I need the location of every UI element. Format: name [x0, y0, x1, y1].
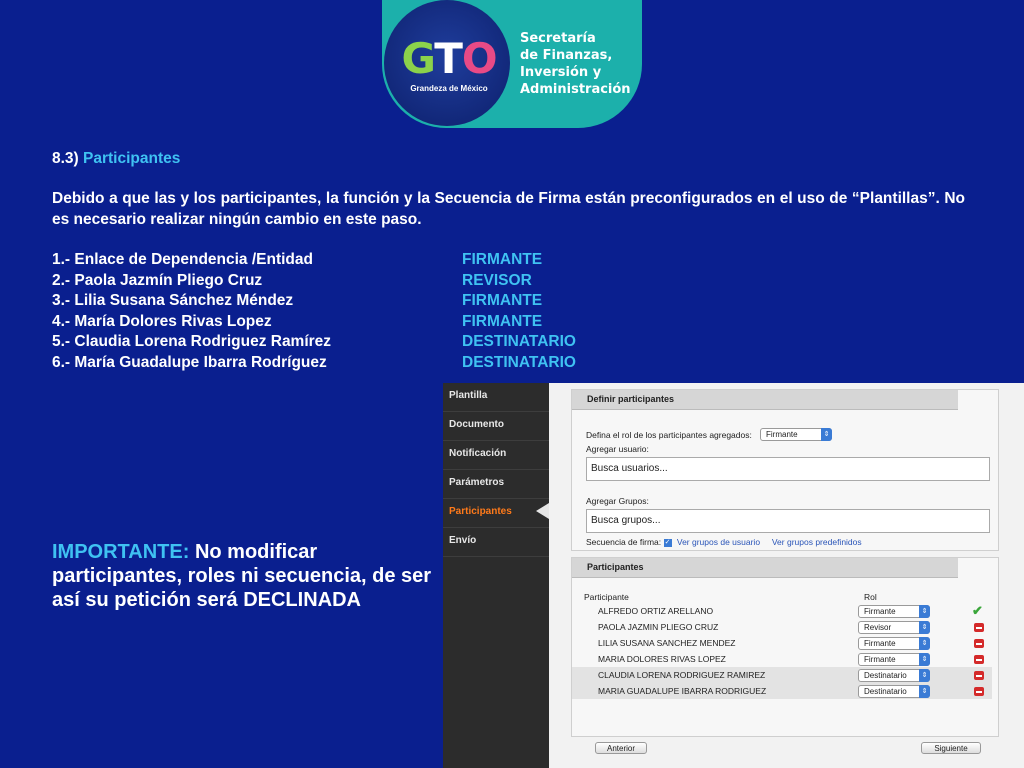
gto-emblem: GTO Grandeza de México [384, 0, 510, 126]
remove-icon[interactable] [974, 623, 984, 632]
search-groups-input[interactable]: Busca grupos... [586, 509, 990, 533]
participant-name: LILIA SUSANA SANCHEZ MENDEZ [598, 638, 736, 648]
important-prefix: IMPORTANTE: [52, 541, 190, 563]
sequence-label: Secuencia de firma: [586, 537, 662, 547]
nav-item-notificacion[interactable]: Notificación [443, 441, 549, 470]
participant-role-select[interactable]: Destinatario ⇕ [858, 669, 930, 682]
list-item: 4.- María Dolores Rivas Lopez [52, 312, 272, 330]
section-title: Participantes [83, 150, 181, 167]
list-item: 2.- Paola Jazmín Pliego Cruz [52, 271, 263, 289]
chevron-updown-icon: ⇕ [919, 621, 930, 634]
role-item: FIRMANTE [462, 292, 543, 309]
participant-role-select[interactable]: Firmante ⇕ [858, 605, 930, 618]
role-item: FIRMANTE [462, 251, 543, 268]
role-select-value: Firmante [766, 430, 798, 439]
chevron-updown-icon: ⇕ [919, 653, 930, 666]
col-role: Rol [864, 592, 877, 602]
participant-role-select[interactable]: Revisor ⇕ [858, 621, 930, 634]
check-icon: ✔ [972, 603, 983, 618]
role-label: Defina el rol de los participantes agreg… [586, 430, 752, 440]
remove-icon[interactable] [974, 655, 984, 664]
participant-name: ALFREDO ORTIZ ARELLANO [598, 606, 714, 616]
nav-item-envio[interactable]: Envío [443, 528, 549, 557]
nav-item-plantilla[interactable]: Plantilla [443, 383, 549, 412]
participant-name: MARIA DOLORES RIVAS LOPEZ [598, 654, 726, 664]
participant-role-select[interactable]: Firmante ⇕ [858, 637, 930, 650]
secretaria-line: Inversión y [520, 65, 602, 80]
participant-role: Firmante [864, 655, 896, 664]
instructions-paragraph: Debido a que las y los participantes, la… [52, 190, 965, 228]
role-select[interactable]: Firmante ⇕ [760, 428, 832, 441]
nav-item-documento[interactable]: Documento [443, 412, 549, 441]
role-item: FIRMANTE [462, 312, 543, 330]
user-groups-link[interactable]: Ver grupos de usuario [677, 537, 760, 547]
table-row: CLAUDIA LORENA RODRIGUEZ RAMIREZ Destina… [572, 667, 992, 683]
nav-item-parametros[interactable]: Parámetros [443, 470, 549, 499]
participants-panel: Participantes Participante Rol ALFREDO O… [571, 557, 999, 737]
table-row: ALFREDO ORTIZ ARELLANO Firmante ⇕ ✔ [572, 603, 992, 619]
section-heading: 8.3) Participantes [52, 150, 180, 168]
participant-role: Revisor [864, 623, 892, 632]
participant-role: Destinatario [864, 671, 907, 680]
add-user-label: Agregar usuario: [586, 444, 649, 454]
remove-icon[interactable] [974, 687, 984, 696]
participants-roles: FIRMANTE REVISOR FIRMANTE FIRMANTE DESTI… [462, 250, 576, 373]
chevron-updown-icon: ⇕ [919, 637, 930, 650]
participant-name: MARIA GUADALUPE IBARRA RODRIGUEZ [598, 686, 767, 696]
predefined-groups-link[interactable]: Ver grupos predefinidos [772, 537, 862, 547]
panel-header: Participantes [572, 558, 958, 578]
gto-brand: GTO [401, 34, 497, 83]
section-number: 8.3) [52, 150, 79, 167]
participant-name: CLAUDIA LORENA RODRIGUEZ RAMIREZ [598, 670, 766, 680]
list-item: 3.- Lilia Susana Sánchez Méndez [52, 292, 294, 309]
role-item: DESTINATARIO [462, 353, 576, 371]
secretaria-name: Secretaría de Finanzas, Inversión y Admi… [520, 30, 631, 98]
role-item: REVISOR [462, 271, 532, 289]
next-button[interactable]: Siguiente [921, 742, 981, 754]
table-row: MARIA GUADALUPE IBARRA RODRIGUEZ Destina… [572, 683, 992, 699]
table-row: LILIA SUSANA SANCHEZ MENDEZ Firmante ⇕ [572, 635, 992, 651]
role-item: DESTINATARIO [462, 333, 576, 350]
important-notice: IMPORTANTE: No modificar participantes, … [52, 540, 442, 612]
chevron-updown-icon: ⇕ [919, 685, 930, 698]
app-screenshot: Plantilla Documento Notificación Parámet… [443, 383, 1024, 768]
participant-role-select[interactable]: Destinatario ⇕ [858, 685, 930, 698]
chevron-updown-icon: ⇕ [821, 428, 832, 441]
participant-role-select[interactable]: Firmante ⇕ [858, 653, 930, 666]
panel-header: Definir participantes [572, 390, 958, 410]
participants-list: 1.- Enlace de Dependencia /Entidad 2.- P… [52, 250, 331, 373]
table-row: PAOLA JAZMIN PLIEGO CRUZ Revisor ⇕ [572, 619, 992, 635]
participant-role: Firmante [864, 607, 896, 616]
remove-icon[interactable] [974, 671, 984, 680]
secretaria-logo: GTO Grandeza de México Secretaría de Fin… [382, 0, 642, 128]
chevron-updown-icon: ⇕ [919, 605, 930, 618]
col-participant: Participante [584, 592, 629, 602]
active-pointer-icon [536, 503, 549, 519]
previous-button[interactable]: Anterior [595, 742, 647, 754]
list-item: 5.- Claudia Lorena Rodriguez Ramírez [52, 333, 332, 350]
logo-tagline: Grandeza de México [410, 84, 488, 93]
add-group-label: Agregar Grupos: [586, 496, 649, 506]
table-row: MARIA DOLORES RIVAS LOPEZ Firmante ⇕ [572, 651, 992, 667]
list-item: 1.- Enlace de Dependencia /Entidad [52, 251, 313, 268]
secretaria-line: de Finanzas, [520, 48, 613, 63]
nav-item-participantes[interactable]: Participantes [443, 499, 549, 528]
participant-role: Destinatario [864, 687, 907, 696]
secretaria-line: Secretaría [520, 31, 596, 46]
chevron-updown-icon: ⇕ [919, 669, 930, 682]
define-participants-panel: Definir participantes Defina el rol de l… [571, 389, 999, 551]
search-users-input[interactable]: Busca usuarios... [586, 457, 990, 481]
wizard-content: Definir participantes Defina el rol de l… [549, 383, 1024, 768]
list-item: 6.- María Guadalupe Ibarra Rodríguez [52, 353, 327, 371]
participant-role: Firmante [864, 639, 896, 648]
sequence-checkbox[interactable]: ✓ [663, 538, 672, 547]
secretaria-line: Administración [520, 82, 631, 97]
participant-name: PAOLA JAZMIN PLIEGO CRUZ [598, 622, 719, 632]
wizard-sidebar: Plantilla Documento Notificación Parámet… [443, 383, 549, 768]
sequence-row: Secuencia de firma: ✓ Ver grupos de usua… [586, 537, 862, 547]
remove-icon[interactable] [974, 639, 984, 648]
